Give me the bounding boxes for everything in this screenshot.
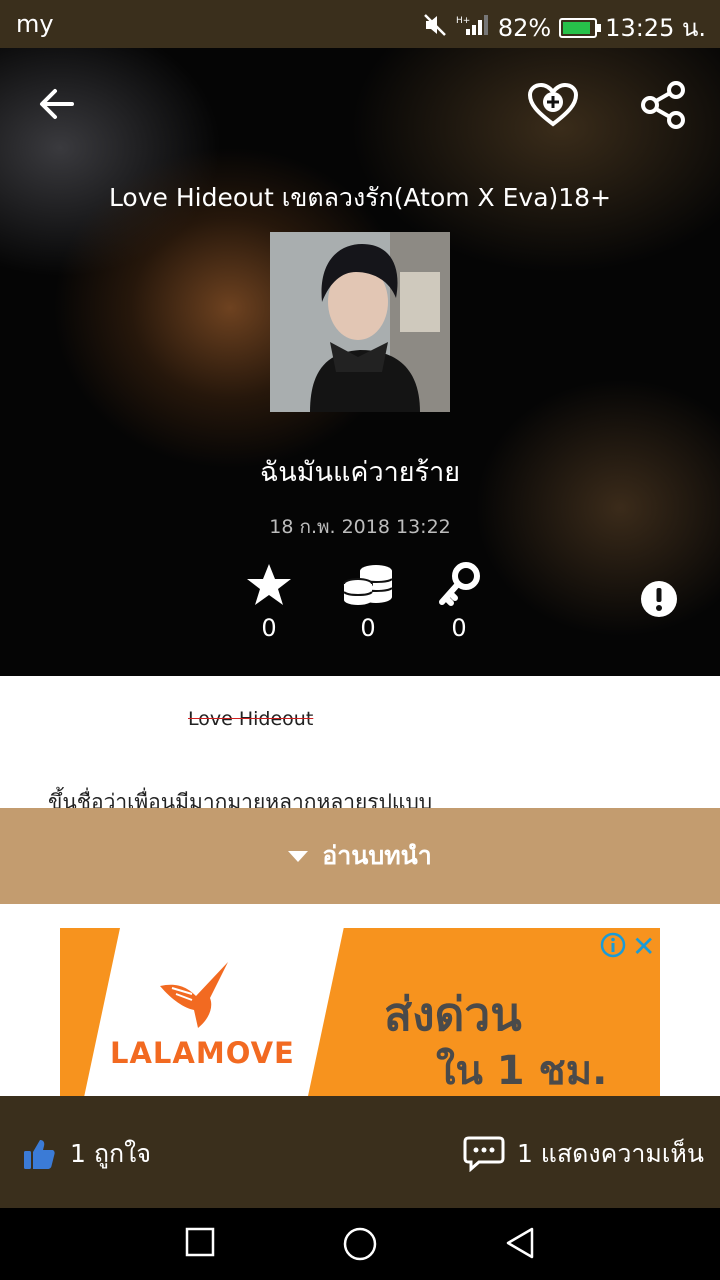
star-stat[interactable]: 0 [229, 562, 309, 642]
status-bar: my H+ 82% 13:25 น. [0, 0, 720, 48]
svg-text:H+: H+ [456, 16, 470, 26]
coin-count: 0 [360, 614, 376, 642]
like-count: 1 ถูกใจ [70, 1139, 151, 1168]
hummingbird-logo-icon [158, 958, 238, 1036]
status-icons: H+ 82% 13:25 น. [422, 8, 706, 47]
ad-subline: ใน 1 ชม. [436, 1048, 608, 1094]
ad-brand: LALAMOVE [110, 1036, 295, 1070]
signal-icon: H+ [456, 13, 490, 43]
star-count: 0 [261, 614, 277, 642]
story-header: Love Hideout เขตลวงรัก(Atom X Eva)18+ ฉั… [0, 48, 720, 676]
battery-percent: 82% [497, 13, 552, 42]
cover-image[interactable] [270, 232, 450, 412]
star-icon [247, 564, 291, 605]
publish-date: 18 ก.พ. 2018 13:22 [269, 516, 451, 538]
story-preview: Love Hideout ขึ้นชื่อว่าเพื่อนมีมากมายหล… [0, 676, 720, 808]
carrier-label: my [16, 10, 54, 38]
comment-button[interactable]: 1 แสดงความเห็น [463, 1134, 704, 1174]
read-intro-label: อ่านบทนำ [322, 841, 432, 870]
system-nav-bar [0, 1208, 720, 1280]
comment-count: 1 แสดงความเห็น [516, 1139, 704, 1168]
story-title: Love Hideout เขตลวงรัก(Atom X Eva)18+ [108, 183, 612, 212]
battery-icon [559, 17, 602, 38]
recent-apps-icon[interactable] [184, 1226, 216, 1262]
mute-icon [422, 12, 448, 44]
caret-down-icon [288, 850, 309, 862]
ad-info-icon[interactable] [600, 932, 626, 962]
ad-stripe [60, 928, 120, 1096]
coins-icon [343, 565, 393, 605]
clock: 13:25 น. [605, 14, 706, 42]
coin-stat[interactable]: 0 [328, 562, 408, 642]
back-triangle-icon[interactable] [504, 1226, 536, 1264]
ad-banner[interactable]: LALAMOVE ส่งด่วน ใน 1 ชม. [60, 928, 660, 1096]
add-to-favorites-heart-icon[interactable] [526, 80, 580, 130]
home-icon[interactable] [342, 1226, 378, 1266]
key-stat[interactable]: 0 [419, 562, 499, 642]
story-name: Love Hideout [188, 708, 314, 730]
bottom-action-bar: 1 ถูกใจ 1 แสดงความเห็น [0, 1096, 720, 1208]
share-icon[interactable] [636, 78, 690, 132]
author-name[interactable]: ฉันมันแค่วายร้าย [0, 450, 720, 493]
comment-bubble-icon [463, 1136, 505, 1172]
back-arrow-icon[interactable] [34, 82, 78, 126]
key-icon [439, 562, 480, 606]
report-icon[interactable] [640, 580, 678, 618]
ad-close-icon[interactable]: ✕ [632, 930, 655, 963]
like-button[interactable]: 1 ถูกใจ [22, 1134, 151, 1174]
thumbs-up-icon [24, 1140, 55, 1169]
key-count: 0 [451, 614, 467, 642]
read-intro-button[interactable]: อ่านบทนำ [0, 808, 720, 904]
story-first-line: ขึ้นชื่อว่าเพื่อนมีมากมายหลากหลายรูปแบบ [48, 790, 433, 808]
